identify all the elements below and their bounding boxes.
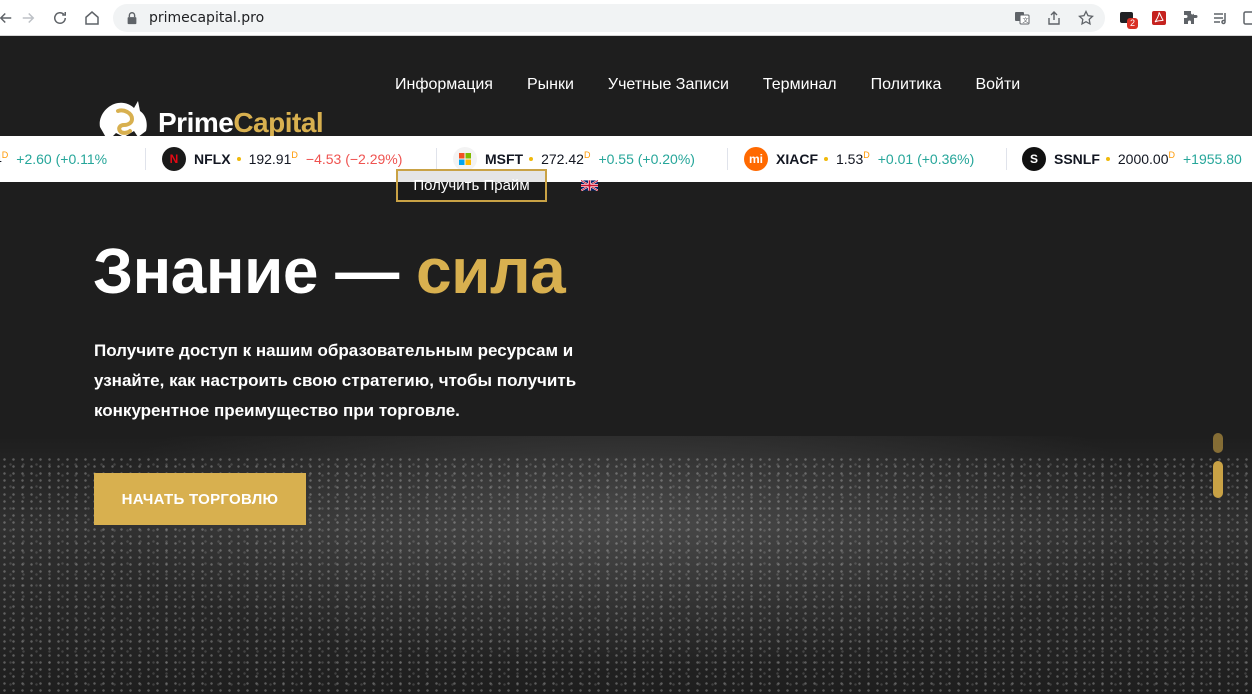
browser-toolbar: primecapital.pro 文 2 bbox=[0, 0, 1252, 36]
url-text[interactable]: primecapital.pro bbox=[149, 10, 264, 26]
ticker-symbol: SSNLF bbox=[1054, 151, 1100, 167]
svg-text:文: 文 bbox=[1023, 17, 1029, 25]
reading-list-icon[interactable] bbox=[1211, 8, 1231, 28]
nav-item-markets[interactable]: Рынки bbox=[527, 76, 574, 94]
ticker-symbol: NFLX bbox=[194, 151, 231, 167]
ticker-change: −4.53 (−2.29%) bbox=[305, 151, 403, 167]
nav-item-info[interactable]: Информация bbox=[395, 76, 493, 94]
ticker-price: 1.53 bbox=[836, 151, 864, 167]
address-bar[interactable]: primecapital.pro 文 bbox=[113, 4, 1105, 32]
ticker-separator bbox=[727, 148, 728, 170]
ticker-change: +2.60 (+0.11% bbox=[16, 151, 108, 167]
extension-badge-icon[interactable]: 2 bbox=[1117, 8, 1139, 29]
pdf-extension-icon[interactable] bbox=[1149, 8, 1169, 28]
nav-item-login[interactable]: Войти bbox=[975, 76, 1020, 94]
translate-icon[interactable]: 文 bbox=[1013, 9, 1031, 27]
ticker-symbol: XIACF bbox=[776, 151, 818, 167]
nav-item-policy[interactable]: Политика bbox=[871, 76, 942, 94]
bookmark-star-icon[interactable] bbox=[1077, 9, 1095, 27]
share-icon[interactable] bbox=[1045, 9, 1063, 27]
ticker-delay-marker: D bbox=[1, 150, 9, 160]
hero-section: Информация Рынки Учетные Записи Терминал… bbox=[0, 36, 1252, 694]
ticker-status-dot bbox=[824, 157, 828, 161]
ticker-separator bbox=[436, 148, 437, 170]
home-icon[interactable] bbox=[80, 6, 104, 30]
uk-flag-icon[interactable] bbox=[581, 180, 598, 191]
nav-item-accounts[interactable]: Учетные Записи bbox=[608, 76, 729, 94]
ticker-item[interactable]: 4D +2.60 (+0.11% bbox=[0, 136, 107, 182]
ticker-delay-marker: D bbox=[1168, 150, 1176, 160]
slider-dot-inactive[interactable] bbox=[1213, 433, 1223, 453]
ticker-item-xiacf[interactable]: mi XIACF 1.53 D +0.01 (+0.36%) bbox=[744, 136, 974, 182]
side-panel-icon[interactable] bbox=[1240, 8, 1252, 28]
ticker-status-dot bbox=[1105, 157, 1110, 161]
start-trading-button[interactable]: НАЧАТЬ ТОРГОВЛЮ bbox=[94, 473, 306, 525]
ticker-delay-marker: D bbox=[291, 150, 298, 160]
ticker-change: +0.01 (+0.36%) bbox=[877, 151, 975, 167]
ticker-status-dot bbox=[529, 157, 534, 161]
hero-headline-main: Знание — bbox=[93, 235, 416, 307]
main-navigation: Информация Рынки Учетные Записи Терминал… bbox=[395, 76, 1054, 94]
slider-dot-active[interactable] bbox=[1213, 461, 1223, 498]
reload-icon[interactable] bbox=[48, 6, 72, 30]
nav-item-terminal[interactable]: Терминал bbox=[763, 76, 837, 94]
brand-name-capital: Capital bbox=[233, 107, 324, 138]
forward-arrow-icon[interactable] bbox=[16, 6, 40, 30]
ticker-item-nflx[interactable]: N NFLX 192.91 D −4.53 (−2.29%) bbox=[162, 136, 402, 182]
stock-ticker-tape[interactable]: 4D +2.60 (+0.11% N NFLX 192.91D −4.53 (−… bbox=[0, 136, 1252, 182]
ticker-status-dot bbox=[236, 157, 241, 161]
hero-headline: Знание — сила bbox=[93, 234, 566, 308]
ticker-change: +1955.80 bbox=[1183, 151, 1242, 167]
ticker-delay-marker: D bbox=[863, 150, 870, 160]
samsung-logo-icon: S bbox=[1022, 147, 1046, 171]
ticker-delay-marker: D bbox=[583, 150, 591, 160]
xiaomi-logo-icon: mi bbox=[744, 147, 768, 171]
ticker-symbol: MSFT bbox=[485, 151, 524, 167]
puzzle-extensions-icon[interactable] bbox=[1180, 8, 1200, 28]
ticker-price: 192.91 bbox=[248, 151, 292, 167]
hero-headline-accent: сила bbox=[416, 235, 566, 307]
ticker-price: 2000.00 bbox=[1117, 151, 1169, 167]
ticker-item-ssnlf[interactable]: S SSNLF 2000.00 D +1955.80 bbox=[1022, 136, 1242, 182]
ticker-separator bbox=[1006, 148, 1007, 170]
lock-icon bbox=[127, 12, 137, 25]
microsoft-logo-icon bbox=[453, 147, 477, 171]
brand-name-prime: Prime bbox=[158, 107, 234, 138]
ticker-separator bbox=[145, 148, 146, 170]
get-prime-button[interactable]: Получить Прайм bbox=[396, 169, 547, 202]
hero-subtext: Получите доступ к нашим образовательным … bbox=[94, 341, 577, 420]
extension-badge-count: 2 bbox=[1127, 18, 1139, 29]
netflix-logo-icon: N bbox=[162, 147, 186, 171]
ticker-change: +0.55 (+0.20%) bbox=[598, 151, 695, 167]
ticker-price: 272.42 bbox=[541, 151, 584, 167]
brand-name: PrimeCapital bbox=[158, 107, 324, 139]
